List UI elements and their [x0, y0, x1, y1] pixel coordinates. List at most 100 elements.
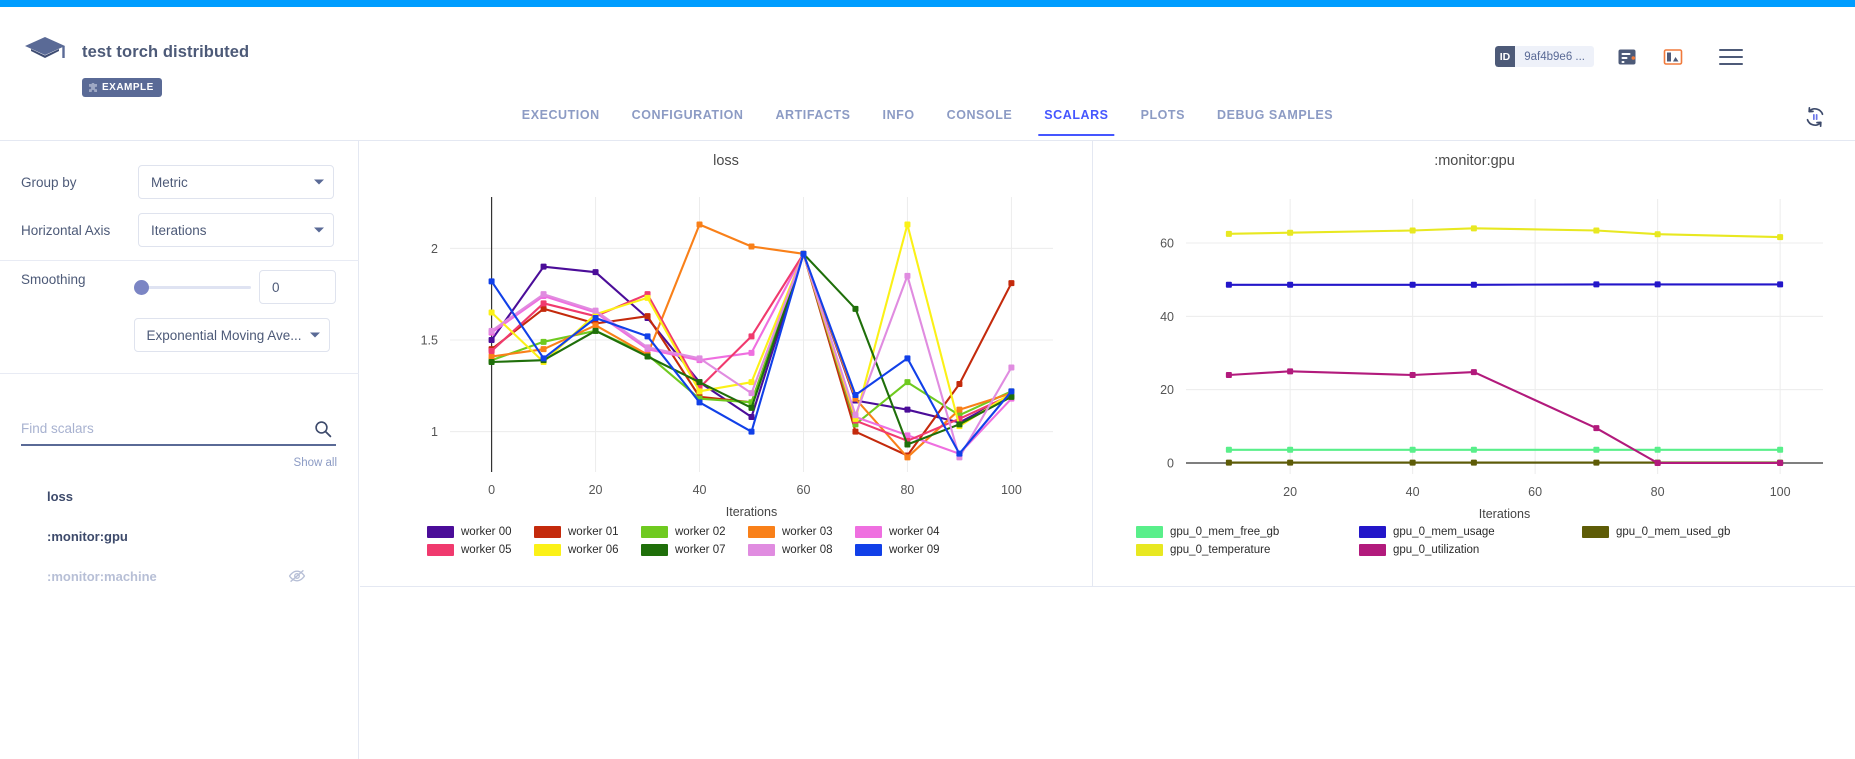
show-all-link[interactable]: Show all: [294, 457, 337, 469]
legend-label: worker 08: [782, 544, 833, 556]
legend-item[interactable]: worker 07: [641, 544, 748, 556]
legend-item[interactable]: worker 00: [427, 526, 534, 538]
experiment-id-chip[interactable]: ID 9af4b9e6 ...: [1495, 46, 1594, 67]
smoothing-label-row: Smoothing: [21, 272, 86, 287]
legend-item[interactable]: worker 01: [534, 526, 641, 538]
legend-label: worker 00: [461, 526, 512, 538]
sidebar-divider-1: [0, 260, 359, 261]
group-by-select[interactable]: Metric: [138, 165, 334, 199]
svg-text:1: 1: [431, 425, 438, 439]
page-title: test torch distributed: [82, 43, 249, 62]
chevron-down-icon: [314, 180, 324, 185]
gpu-line-chart[interactable]: 020406020406080100Iterations: [1094, 169, 1855, 554]
svg-text:40: 40: [693, 483, 707, 497]
legend-item[interactable]: worker 03: [748, 526, 855, 538]
preview-panel-icon[interactable]: [1659, 43, 1687, 71]
legend-color-swatch: [1136, 526, 1163, 538]
legend-label: worker 03: [782, 526, 833, 538]
tab-artifacts[interactable]: ARTIFACTS: [759, 100, 866, 136]
legend-label: worker 09: [889, 544, 940, 556]
charts-bottom-divider: [360, 586, 1855, 587]
search-input[interactable]: [21, 421, 296, 436]
tab-execution[interactable]: EXECUTION: [506, 100, 616, 136]
svg-text:1.5: 1.5: [421, 334, 438, 348]
legend-item[interactable]: gpu_0_mem_free_gb: [1136, 526, 1359, 538]
page-header: test torch distributed EXAMPLE ID 9af4b9…: [0, 7, 1855, 100]
legend-color-swatch: [748, 544, 775, 556]
legend-label: gpu_0_mem_usage: [1393, 526, 1495, 538]
report-icon[interactable]: [1613, 43, 1641, 71]
svg-text:Iterations: Iterations: [1479, 507, 1530, 521]
legend-item[interactable]: worker 08: [748, 544, 855, 556]
smoothing-algorithm-select[interactable]: Exponential Moving Ave...: [134, 318, 330, 352]
smoothing-value: 0: [272, 280, 280, 295]
legend-color-swatch: [855, 526, 882, 538]
svg-text:100: 100: [1001, 483, 1022, 497]
legend-item[interactable]: gpu_0_mem_used_gb: [1582, 526, 1805, 538]
hamburger-menu-icon[interactable]: [1717, 43, 1745, 71]
legend-label: worker 04: [889, 526, 940, 538]
chart-title-gpu: :monitor:gpu: [1094, 153, 1855, 169]
svg-text:80: 80: [1651, 485, 1665, 499]
legend-item[interactable]: gpu_0_temperature: [1136, 544, 1359, 556]
tab-debug-samples[interactable]: DEBUG SAMPLES: [1201, 100, 1349, 136]
group-by-value: Metric: [151, 175, 188, 190]
id-value: 9af4b9e6 ...: [1515, 51, 1594, 63]
scalar-list-item[interactable]: loss: [21, 481, 336, 511]
legend-label: worker 01: [568, 526, 619, 538]
svg-text:40: 40: [1160, 310, 1174, 324]
tab-info[interactable]: INFO: [867, 100, 931, 136]
legend-item[interactable]: worker 06: [534, 544, 641, 556]
id-key-label: ID: [1495, 46, 1516, 67]
legend-item[interactable]: worker 09: [855, 544, 962, 556]
legend-color-swatch: [1359, 544, 1386, 556]
loss-line-chart[interactable]: 11.52020406080100Iterations: [360, 169, 1093, 534]
smoothing-algorithm-value: Exponential Moving Ave...: [146, 328, 301, 343]
svg-text:80: 80: [900, 483, 914, 497]
legend-label: gpu_0_mem_used_gb: [1616, 526, 1730, 538]
tab-configuration[interactable]: CONFIGURATION: [616, 100, 760, 136]
legend-color-swatch: [427, 544, 454, 556]
legend-item[interactable]: worker 04: [855, 526, 962, 538]
example-tag-label: EXAMPLE: [102, 82, 154, 93]
legend-color-swatch: [534, 526, 561, 538]
scalar-item-label: :monitor:gpu: [21, 529, 128, 544]
legend-color-swatch: [1359, 526, 1386, 538]
find-scalars-search[interactable]: [21, 413, 336, 446]
svg-text:Iterations: Iterations: [726, 505, 777, 519]
tab-console[interactable]: CONSOLE: [931, 100, 1029, 136]
legend-item[interactable]: worker 02: [641, 526, 748, 538]
smoothing-slider-thumb[interactable]: [134, 280, 149, 295]
refresh-pause-icon[interactable]: [1801, 103, 1829, 131]
tab-scalars[interactable]: SCALARS: [1028, 100, 1124, 136]
logo-graduation-cap-icon: [23, 34, 67, 72]
gpu-chart-legend: gpu_0_mem_free_gb gpu_0_mem_usage gpu_0_me…: [1136, 526, 1836, 556]
smoothing-value-input[interactable]: 0: [259, 270, 336, 304]
legend-label: gpu_0_temperature: [1170, 544, 1270, 556]
scalar-list-item[interactable]: :monitor:gpu: [21, 521, 336, 551]
search-icon[interactable]: [314, 420, 332, 438]
legend-item[interactable]: gpu_0_mem_usage: [1359, 526, 1582, 538]
smoothing-slider-track[interactable]: [141, 286, 251, 289]
svg-text:2: 2: [431, 242, 438, 256]
legend-color-swatch: [641, 526, 668, 538]
horizontal-axis-label: Horizontal Axis: [21, 223, 138, 238]
scalar-list-item[interactable]: :monitor:machine: [21, 561, 336, 591]
svg-text:40: 40: [1406, 485, 1420, 499]
svg-text:100: 100: [1770, 485, 1791, 499]
svg-text:0: 0: [488, 483, 495, 497]
svg-text:60: 60: [1528, 485, 1542, 499]
chart-card-gpu: :monitor:gpu 020406020406080100Iteration…: [1094, 141, 1855, 586]
eye-off-icon[interactable]: [288, 567, 306, 585]
chart-title-loss: loss: [360, 153, 1092, 169]
group-by-row: Group by Metric: [21, 165, 334, 199]
legend-label: worker 02: [675, 526, 726, 538]
example-tag: EXAMPLE: [82, 78, 162, 97]
horizontal-axis-select[interactable]: Iterations: [138, 213, 334, 247]
tab-plots[interactable]: PLOTS: [1125, 100, 1201, 136]
legend-item[interactable]: gpu_0_utilization: [1359, 544, 1582, 556]
loss-chart-legend: worker 00 worker 01 worker 02 worker 03 work…: [427, 526, 1067, 556]
legend-color-swatch: [1582, 526, 1609, 538]
legend-item[interactable]: worker 05: [427, 544, 534, 556]
chart-card-loss: loss 11.52020406080100Iterations worker …: [360, 141, 1093, 586]
